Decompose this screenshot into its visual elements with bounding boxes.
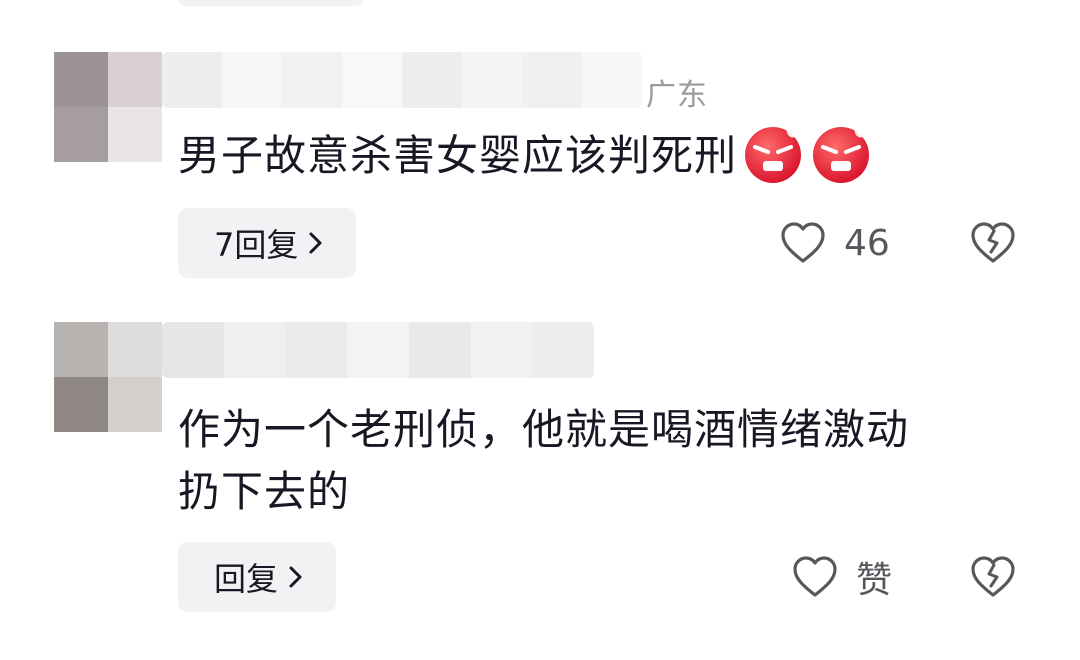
reply-button[interactable]: 7回复 xyxy=(178,208,357,278)
comment-text-content: 男子故意杀害女婴应该判死刑 xyxy=(178,131,738,180)
previous-reply-pill[interactable] xyxy=(178,0,364,6)
comment-text-line-2: 扔下去的 xyxy=(178,467,351,516)
reply-label: 7回复 xyxy=(214,226,299,264)
broken-heart-icon xyxy=(971,222,1015,263)
avatar[interactable] xyxy=(54,322,162,432)
dislike-button[interactable] xyxy=(970,208,1016,278)
username-blurred[interactable] xyxy=(162,322,594,378)
like-label: 赞 xyxy=(856,560,893,601)
reply-button[interactable]: 回复 xyxy=(178,542,337,612)
heart-outline-icon xyxy=(781,222,825,263)
chevron-right-icon xyxy=(289,566,302,588)
comment-item: 广东 男子故意杀害女婴应该判死刑 7回复 46 xyxy=(0,52,1080,292)
reply-label: 回复 xyxy=(214,560,279,598)
heart-outline-icon xyxy=(793,556,837,597)
avatar[interactable] xyxy=(54,52,162,162)
location-label: 广东 xyxy=(646,78,708,113)
dislike-button[interactable] xyxy=(970,542,1016,612)
like-count: 46 xyxy=(844,222,890,264)
comment-item: 作为一个老刑侦，他就是喝酒情绪激动 扔下去的 回复 赞 xyxy=(0,322,1080,622)
like-button[interactable]: 赞 xyxy=(792,542,892,612)
broken-heart-icon xyxy=(971,556,1015,597)
comment-text-line-1: 作为一个老刑侦，他就是喝酒情绪激动 xyxy=(178,405,910,454)
angry-emoji-icon xyxy=(745,126,802,183)
username-blurred[interactable] xyxy=(162,52,642,108)
like-button[interactable]: 46 xyxy=(780,208,890,278)
angry-emoji-icon xyxy=(813,126,870,183)
chevron-right-icon xyxy=(309,232,322,254)
comment-text: 男子故意杀害女婴应该判死刑 xyxy=(178,126,873,191)
